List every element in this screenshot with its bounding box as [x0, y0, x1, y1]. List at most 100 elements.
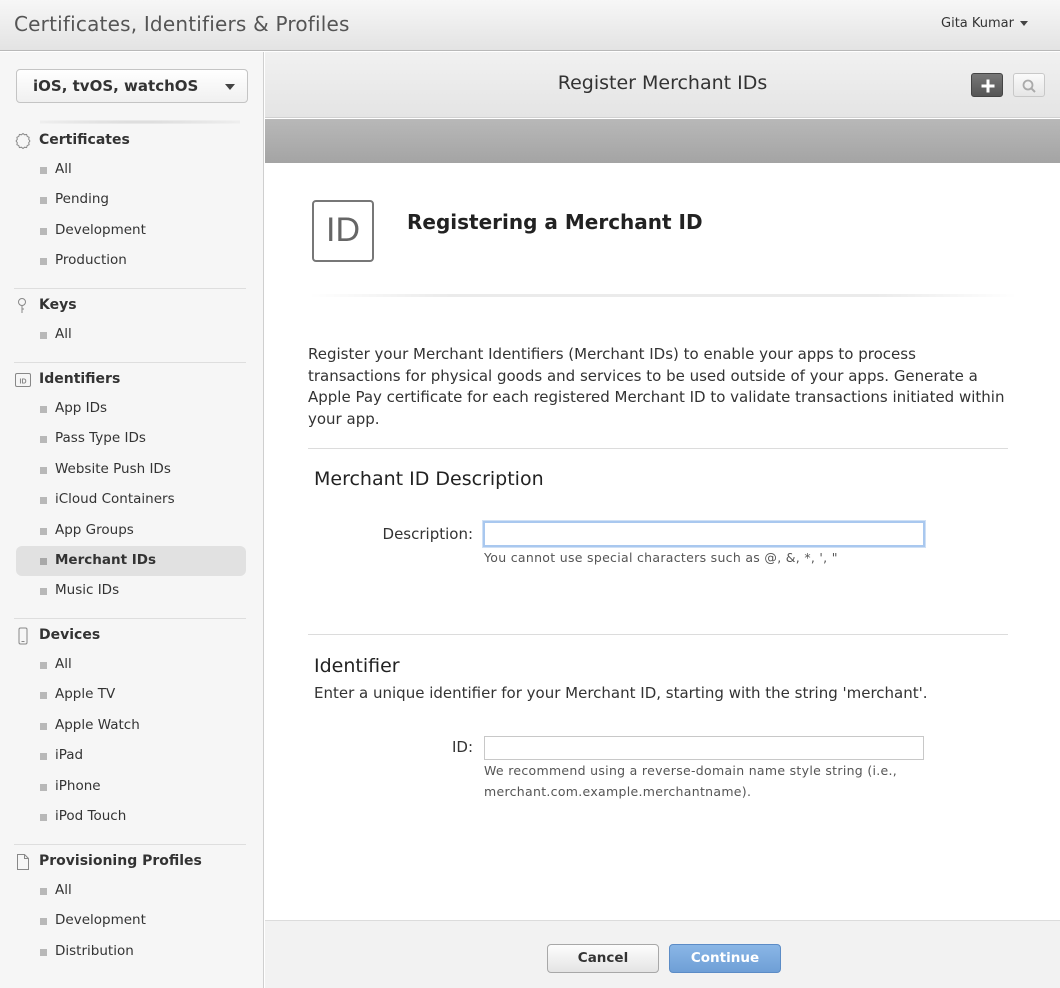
svg-text:ID: ID [20, 379, 27, 386]
sidebar-item-all[interactable]: All [16, 650, 246, 680]
description-section-title: Merchant ID Description [314, 468, 544, 490]
user-name: Gita Kumar [941, 16, 1014, 31]
sidebar-item-production[interactable]: Production [16, 246, 246, 276]
bullet-icon [40, 948, 47, 956]
sidebar-item-development[interactable]: Development [16, 906, 246, 936]
section-heading: Registering a Merchant ID [407, 210, 703, 234]
divider [308, 448, 1008, 449]
id-icon: ID [312, 200, 374, 262]
bullet-icon [40, 258, 47, 266]
platform-select-value: iOS, tvOS, watchOS [33, 77, 199, 95]
sidebar-item-apple-watch[interactable]: Apple Watch [16, 711, 246, 741]
sidebar-section-label: Identifiers [39, 371, 121, 387]
user-menu[interactable]: Gita Kumar [941, 16, 1028, 31]
bullet-icon [40, 888, 47, 895]
sidebar-item-label: Distribution [55, 942, 134, 959]
sidebar-item-label: Merchant IDs [55, 552, 156, 568]
platform-select[interactable]: iOS, tvOS, watchOS [16, 69, 248, 103]
bullet-icon [40, 783, 47, 791]
sidebar-item-label: iPad [55, 747, 84, 764]
sidebar-item-apple-tv[interactable]: Apple TV [16, 680, 246, 710]
page-title: Register Merchant IDs [557, 72, 768, 94]
sidebar-item-ipod-touch[interactable]: iPod Touch [16, 802, 246, 832]
sidebar-item-label: Apple TV [55, 686, 116, 703]
cancel-button[interactable]: Cancel [547, 944, 659, 973]
bullet-icon [40, 466, 47, 474]
sidebar-item-label: Apple Watch [55, 716, 140, 733]
sidebar-item-label: Website Push IDs [55, 460, 171, 477]
sidebar-item-development[interactable]: Development [16, 216, 246, 246]
add-button[interactable] [971, 73, 1003, 97]
sidebar-item-app-groups[interactable]: App Groups [16, 516, 246, 546]
sidebar: iOS, tvOS, watchOS Certificates All Pendin… [0, 52, 264, 988]
description-hint: You cannot use special characters such a… [484, 550, 838, 565]
sidebar-item-label: All [55, 882, 72, 898]
sidebar-item-label: App Groups [55, 521, 134, 538]
sidebar-section-label: Keys [39, 297, 77, 313]
sidebar-item-icloud-containers[interactable]: iCloud Containers [16, 485, 246, 515]
sidebar-item-all[interactable]: All [16, 320, 246, 350]
sidebar-item-label: Pending [55, 191, 109, 208]
top-bar: Certificates, Identifiers & Profiles Git… [0, 0, 1060, 51]
id-input[interactable] [484, 736, 924, 760]
main-content: ID Registering a Merchant ID Register yo… [265, 163, 1060, 920]
bullet-icon [40, 406, 47, 413]
identifier-section-title: Identifier [314, 655, 400, 677]
bullet-icon [40, 918, 47, 926]
intro-text: Register your Merchant Identifiers (Merc… [308, 345, 1005, 428]
sidebar-section-label: Provisioning Profiles [39, 853, 202, 869]
sidebar-item-all[interactable]: All [16, 155, 246, 185]
sidebar-item-label: Pass Type IDs [55, 430, 146, 447]
identifier-section-subtitle: Enter a unique identifier for your Merch… [314, 684, 928, 702]
bullet-icon [40, 588, 47, 596]
header-band [265, 119, 1060, 163]
description-input[interactable] [483, 521, 925, 547]
bullet-icon [40, 814, 47, 821]
sidebar-item-music-ids[interactable]: Music IDs [16, 576, 246, 606]
sidebar-divider [14, 844, 246, 845]
sidebar-item-label: iPhone [55, 777, 101, 794]
document-icon [14, 853, 30, 870]
sidebar-item-website-push-ids[interactable]: Website Push IDs [16, 455, 246, 485]
search-icon [1022, 79, 1036, 93]
bullet-icon [40, 753, 47, 761]
chevron-down-icon [225, 84, 235, 90]
bullet-icon [40, 558, 47, 565]
sidebar-item-label: Development [55, 912, 146, 929]
plus-icon [981, 79, 995, 93]
device-icon [14, 627, 30, 645]
footer-bar: Cancel Continue [265, 920, 1060, 988]
sidebar-item-label: Development [55, 221, 146, 238]
divider [308, 294, 1018, 297]
sidebar-item-label: Production [55, 252, 127, 269]
sidebar-item-pass-type-ids[interactable]: Pass Type IDs [16, 424, 246, 454]
sidebar-item-all[interactable]: All [16, 876, 246, 906]
sidebar-item-iphone[interactable]: iPhone [16, 772, 246, 802]
certificate-icon [14, 132, 31, 150]
divider [308, 634, 1008, 635]
sidebar-section-label: Certificates [39, 132, 130, 148]
description-label: Description: [382, 525, 473, 543]
sidebar-divider [14, 362, 246, 363]
id-hint-line2: merchant.com.example.merchantname). [484, 784, 752, 799]
id-label: ID: [451, 738, 473, 756]
sidebar-item-pending[interactable]: Pending [16, 185, 246, 215]
main-header: Register Merchant IDs [265, 52, 1060, 118]
sidebar-divider [14, 288, 246, 289]
bullet-icon [40, 167, 47, 174]
sidebar-item-distribution[interactable]: Distribution [16, 937, 246, 967]
continue-button[interactable]: Continue [669, 944, 781, 973]
bullet-icon [40, 197, 47, 205]
bullet-icon [40, 497, 47, 505]
bullet-icon [40, 722, 47, 730]
sidebar-item-label: App IDs [55, 400, 108, 416]
sidebar-item-app-ids[interactable]: App IDs [16, 394, 246, 424]
sidebar-item-merchant-ids[interactable]: Merchant IDs [16, 546, 246, 576]
sidebar-item-ipad[interactable]: iPad [16, 741, 246, 771]
sidebar-item-label: iCloud Containers [55, 491, 175, 508]
search-button[interactable] [1013, 73, 1045, 97]
bullet-icon [40, 662, 47, 669]
sidebar-section-label: Devices [39, 627, 101, 643]
bullet-icon [40, 332, 47, 339]
bullet-icon [40, 692, 47, 700]
